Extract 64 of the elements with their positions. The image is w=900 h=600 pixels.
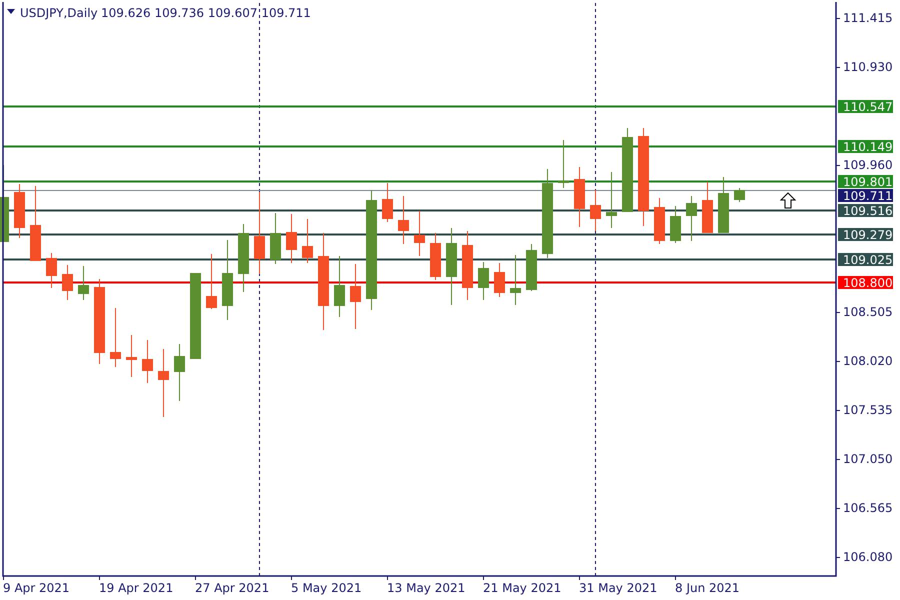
price-tick-label: 111.415 (843, 11, 893, 25)
candle (718, 176, 729, 234)
date-tick-label: 31 May 2021 (579, 581, 658, 595)
price-tick-label: 110.930 (843, 60, 893, 74)
candle (46, 252, 57, 288)
price-tick-label: 106.565 (843, 501, 893, 515)
date-tick-label: 8 Jun 2021 (675, 581, 740, 595)
candle (414, 210, 425, 256)
candle (382, 182, 393, 222)
candle (174, 344, 185, 402)
candle (350, 264, 361, 330)
candle (142, 340, 153, 384)
candle (702, 182, 713, 234)
candle (558, 140, 569, 188)
candle (574, 166, 585, 228)
candle (14, 184, 25, 238)
candle (158, 348, 169, 418)
candle (238, 224, 249, 292)
price-level-tag: 109.801 (838, 175, 893, 189)
candle (286, 214, 297, 264)
candle (654, 198, 665, 244)
candle (686, 196, 697, 242)
price-level-tag: 109.279 (838, 228, 893, 242)
date-tick-label: 5 May 2021 (291, 581, 362, 595)
candle (62, 264, 73, 300)
price-level-tag: 109.025 (838, 253, 893, 267)
candle (494, 262, 505, 298)
date-tick-label: 21 May 2021 (483, 581, 562, 595)
candle (206, 254, 217, 310)
candle (302, 218, 313, 264)
price-tick-label: 107.050 (843, 452, 893, 466)
price-level-tag: 109.711 (838, 189, 893, 203)
candle (526, 244, 537, 292)
candle (478, 262, 489, 300)
price-tick-label: 106.080 (843, 550, 893, 564)
candle (510, 254, 521, 306)
price-level-tag: 110.547 (838, 100, 893, 114)
price-level-tag: 108.800 (838, 276, 893, 290)
date-tick-label: 9 Apr 2021 (3, 581, 70, 595)
price-level-tag: 110.149 (838, 140, 893, 154)
date-tick-label: 27 Apr 2021 (195, 581, 270, 595)
candle (670, 206, 681, 244)
candle (78, 266, 89, 300)
price-tick-label: 109.960 (843, 158, 893, 172)
symbol-title: USDJPY,Daily (20, 6, 98, 20)
arrow-up-icon (780, 192, 796, 208)
price-tick-label: 108.505 (843, 305, 893, 319)
candle (590, 190, 601, 232)
price-level-tag: 109.516 (838, 204, 893, 218)
price-tick-label: 108.020 (843, 354, 893, 368)
candle (398, 196, 409, 244)
price-tick-label: 107.535 (843, 403, 893, 417)
ohlc-quote: 109.626 109.736 109.607 109.711 (101, 6, 311, 20)
dropdown-triangle-icon[interactable] (7, 9, 15, 14)
candle (126, 334, 137, 378)
candle (334, 256, 345, 318)
date-tick-label: 19 Apr 2021 (99, 581, 174, 595)
candle (462, 230, 473, 300)
candle (270, 212, 281, 264)
candle (734, 188, 745, 202)
candle (606, 172, 617, 228)
candle (430, 232, 441, 280)
date-tick-label: 13 May 2021 (387, 581, 466, 595)
candle (110, 308, 121, 368)
